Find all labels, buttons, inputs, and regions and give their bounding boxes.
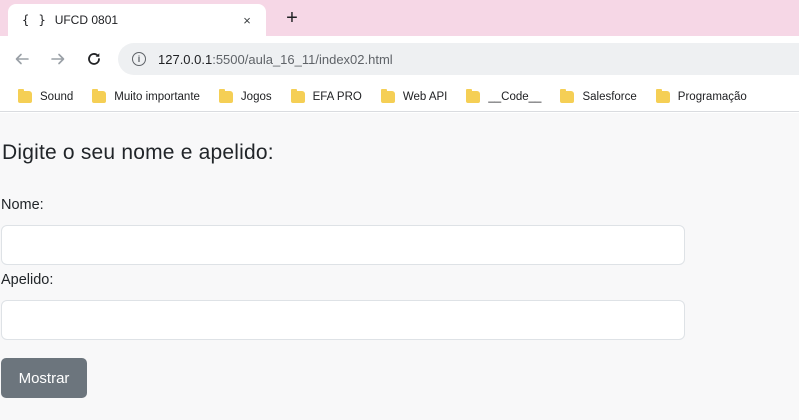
name-label: Nome:: [1, 197, 44, 213]
folder-icon: [560, 88, 575, 103]
bookmark-jogos[interactable]: Jogos: [218, 88, 272, 103]
bookmark-salesforce[interactable]: Salesforce: [560, 88, 637, 103]
bookmark-web-api[interactable]: Web API: [380, 88, 447, 103]
folder-icon: [380, 88, 395, 103]
info-icon[interactable]: i: [132, 52, 146, 66]
reload-button[interactable]: [82, 47, 106, 71]
address-bar[interactable]: i 127.0.0.1:5500/aula_16_11/index02.html: [118, 43, 799, 75]
bookmark-efa-pro[interactable]: EFA PRO: [290, 88, 362, 103]
url-text: 127.0.0.1:5500/aula_16_11/index02.html: [158, 52, 393, 67]
folder-icon: [18, 88, 32, 103]
back-button[interactable]: [10, 47, 34, 71]
bookmark-muito-importante[interactable]: Muito importante: [92, 88, 200, 103]
folder-icon: [655, 88, 670, 103]
tab-strip: { } UFCD 0801 × +: [0, 0, 799, 36]
surname-input[interactable]: [1, 300, 685, 340]
surname-label: Apelido:: [1, 272, 54, 288]
show-button[interactable]: Mostrar: [1, 358, 87, 398]
forward-button[interactable]: [46, 47, 70, 71]
bookmark-code[interactable]: __Code__: [466, 88, 541, 103]
bookmark-programacao[interactable]: Programação: [655, 88, 747, 103]
toolbar: i 127.0.0.1:5500/aula_16_11/index02.html: [0, 36, 799, 82]
folder-icon: [466, 88, 481, 103]
reload-icon: [88, 53, 100, 65]
close-icon[interactable]: ×: [238, 13, 256, 28]
url-host: 127.0.0.1: [158, 51, 213, 67]
back-arrow-icon: [15, 53, 29, 65]
tab-active[interactable]: { } UFCD 0801 ×: [8, 4, 266, 36]
folder-icon: [218, 88, 233, 103]
url-path: :5500/aula_16_11/index02.html: [212, 51, 393, 67]
name-input[interactable]: [1, 225, 685, 265]
new-tab-button[interactable]: +: [280, 6, 304, 30]
page-title: Digite o seu nome e apelido:: [2, 141, 274, 164]
code-braces-icon: { }: [22, 13, 47, 27]
page-content: Digite o seu nome e apelido: Nome: Apeli…: [0, 113, 799, 420]
tab-title: UFCD 0801: [54, 13, 119, 27]
forward-arrow-icon: [51, 53, 65, 65]
bookmark-sound[interactable]: Sound: [18, 88, 73, 103]
bookmarks-bar: Sound Muito importante Jogos EFA PRO Web…: [0, 82, 799, 112]
folder-icon: [290, 88, 305, 103]
folder-icon: [92, 88, 107, 103]
